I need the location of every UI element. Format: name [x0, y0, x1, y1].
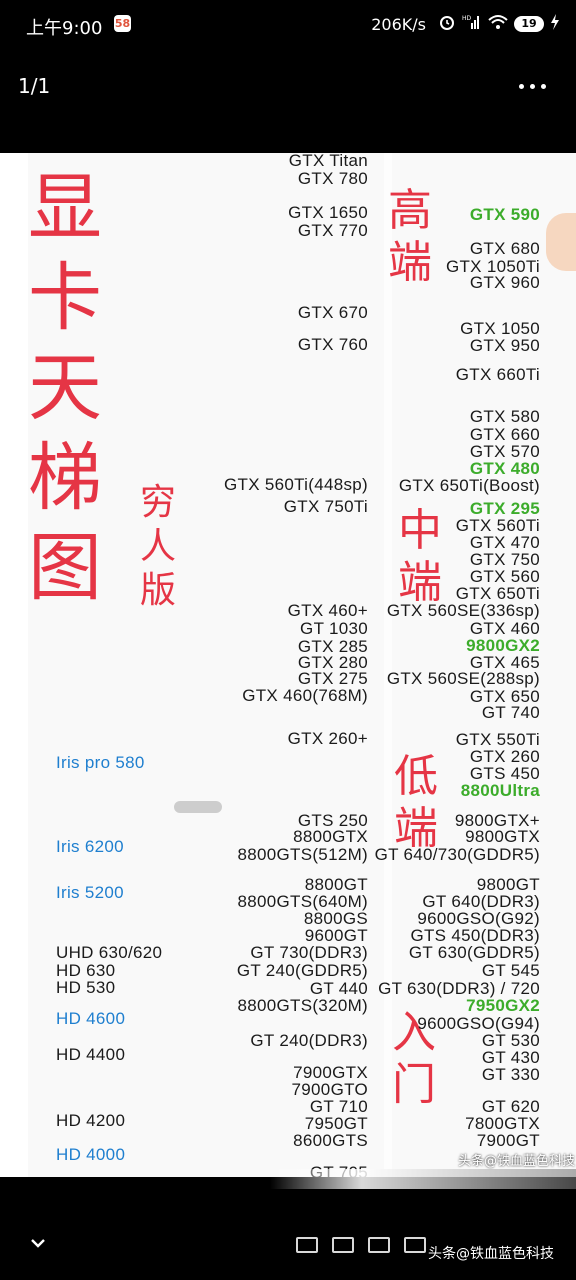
- gpu-entry: 8800Ultra: [460, 781, 540, 800]
- gpu-entry: GTX 680: [469, 239, 540, 258]
- viewer-bottom-bar: 头条@铁血蓝色科技: [0, 1169, 576, 1280]
- gpu-entry: GTX 1650: [288, 203, 368, 222]
- intel-gpu-entry: Iris 6200: [56, 837, 124, 856]
- gpu-entry: 8800GTX: [293, 827, 368, 846]
- mascot-sticker: [546, 213, 576, 271]
- gpu-entry: GTX 650Ti(Boost): [398, 476, 540, 495]
- gpu-entry: GTX 560SE(336sp): [386, 601, 540, 620]
- charging-icon: [550, 14, 560, 34]
- crop-icon[interactable]: [296, 1237, 318, 1253]
- watermark: 头条@铁血蓝色科技: [428, 1246, 554, 1262]
- gpu-ladder-image[interactable]: 显卡天梯图 穷人版 高端 中端 低端 入门 GTX Titan GTX 780 …: [0, 153, 576, 1177]
- gpu-entry: GTX 770: [297, 221, 368, 240]
- tier-low-label: 低端: [394, 751, 438, 854]
- gpu-entry: GT 730(DDR3): [250, 943, 368, 962]
- gpu-entry: GT 330: [481, 1065, 540, 1084]
- edit-icon[interactable]: [332, 1237, 354, 1253]
- stripe: [0, 153, 28, 1177]
- intel-gpu-entry: Iris pro 580: [56, 753, 145, 772]
- tier-mid-label: 中端: [398, 505, 442, 608]
- gpu-entry: GT 240(GDDR5): [236, 961, 368, 980]
- image-title: 显卡天梯图: [28, 165, 102, 611]
- svg-text:HD: HD: [462, 15, 472, 22]
- inner-watermark: 头条@铁血蓝色科技: [458, 1154, 576, 1169]
- intel-gpu-entry: HD 530: [56, 978, 116, 997]
- gpu-entry: 8800GTS(512M): [237, 845, 368, 864]
- gpu-entry: 8600GTS: [293, 1131, 368, 1150]
- status-bar: 上午9:00 58 206K/s HD 19: [0, 0, 576, 52]
- viewer-tools: [296, 1237, 426, 1253]
- alarm-icon: [438, 13, 456, 35]
- gpu-entry: GTX 670: [297, 303, 368, 322]
- wifi-icon: [488, 14, 508, 34]
- gpu-entry: 9800GTX: [465, 827, 540, 846]
- gpu-entry: GTX 460(768M): [242, 686, 368, 705]
- image-subtitle: 穷人版: [140, 482, 177, 611]
- gpu-entry: GTX 660Ti: [455, 365, 540, 384]
- gpu-entry: 7950GX2: [466, 996, 540, 1015]
- network-speed: 206K/s: [371, 15, 426, 34]
- gpu-entry: GT 240(DDR3): [250, 1031, 368, 1050]
- intel-gpu-entry: HD 4000: [56, 1145, 126, 1164]
- gpu-entry: GT 545: [481, 961, 540, 980]
- chevron-down-icon[interactable]: [28, 1233, 48, 1253]
- gpu-entry: GTX 260+: [287, 729, 368, 748]
- smudge: [174, 801, 222, 813]
- gpu-entry: GT 630(GDDR5): [408, 943, 540, 962]
- viewer-top-bar: 1/1: [0, 60, 576, 114]
- gpu-entry: GTX 960: [469, 273, 540, 292]
- tier-high-label: 高端: [388, 185, 432, 288]
- gpu-entry: GTX 460+: [287, 601, 368, 620]
- page-counter: 1/1: [18, 74, 51, 98]
- gpu-entry: GTX 750Ti: [283, 497, 368, 516]
- fade-overlay: [270, 1169, 576, 1189]
- more-options-icon[interactable]: [514, 72, 550, 100]
- share-icon[interactable]: [368, 1237, 390, 1253]
- gpu-entry: GTX 760: [297, 335, 368, 354]
- status-time: 上午9:00: [26, 18, 103, 39]
- gpu-entry: 7900GT: [476, 1131, 540, 1150]
- save-icon[interactable]: [404, 1237, 426, 1253]
- gpu-entry: GTX 560Ti(448sp): [223, 475, 368, 494]
- gpu-entry: GT 740: [481, 703, 540, 722]
- intel-gpu-entry: UHD 630/620: [56, 943, 163, 962]
- gpu-entry: GTX 780: [297, 169, 368, 188]
- signal-icon: HD: [462, 13, 482, 35]
- battery-icon: 19: [514, 16, 544, 32]
- gpu-entry: GTX 580: [469, 407, 540, 426]
- app-notification-icon: 58: [114, 15, 131, 32]
- intel-gpu-entry: HD 4200: [56, 1111, 126, 1130]
- gpu-entry: GTX 590: [469, 205, 540, 224]
- gpu-entry: GT 1030: [300, 619, 368, 638]
- intel-gpu-entry: HD 4600: [56, 1009, 126, 1028]
- intel-gpu-entry: Iris 5200: [56, 883, 124, 902]
- gpu-entry: GTX 560SE(288sp): [386, 669, 540, 688]
- intel-gpu-entry: HD 4400: [56, 1045, 126, 1064]
- status-icons: HD 19: [438, 13, 560, 35]
- gpu-entry: GTX 950: [469, 336, 540, 355]
- gpu-entry: GT 640/730(GDDR5): [374, 845, 540, 864]
- gpu-entry: 8800GTS(320M): [237, 996, 368, 1015]
- stripe: [384, 153, 392, 1177]
